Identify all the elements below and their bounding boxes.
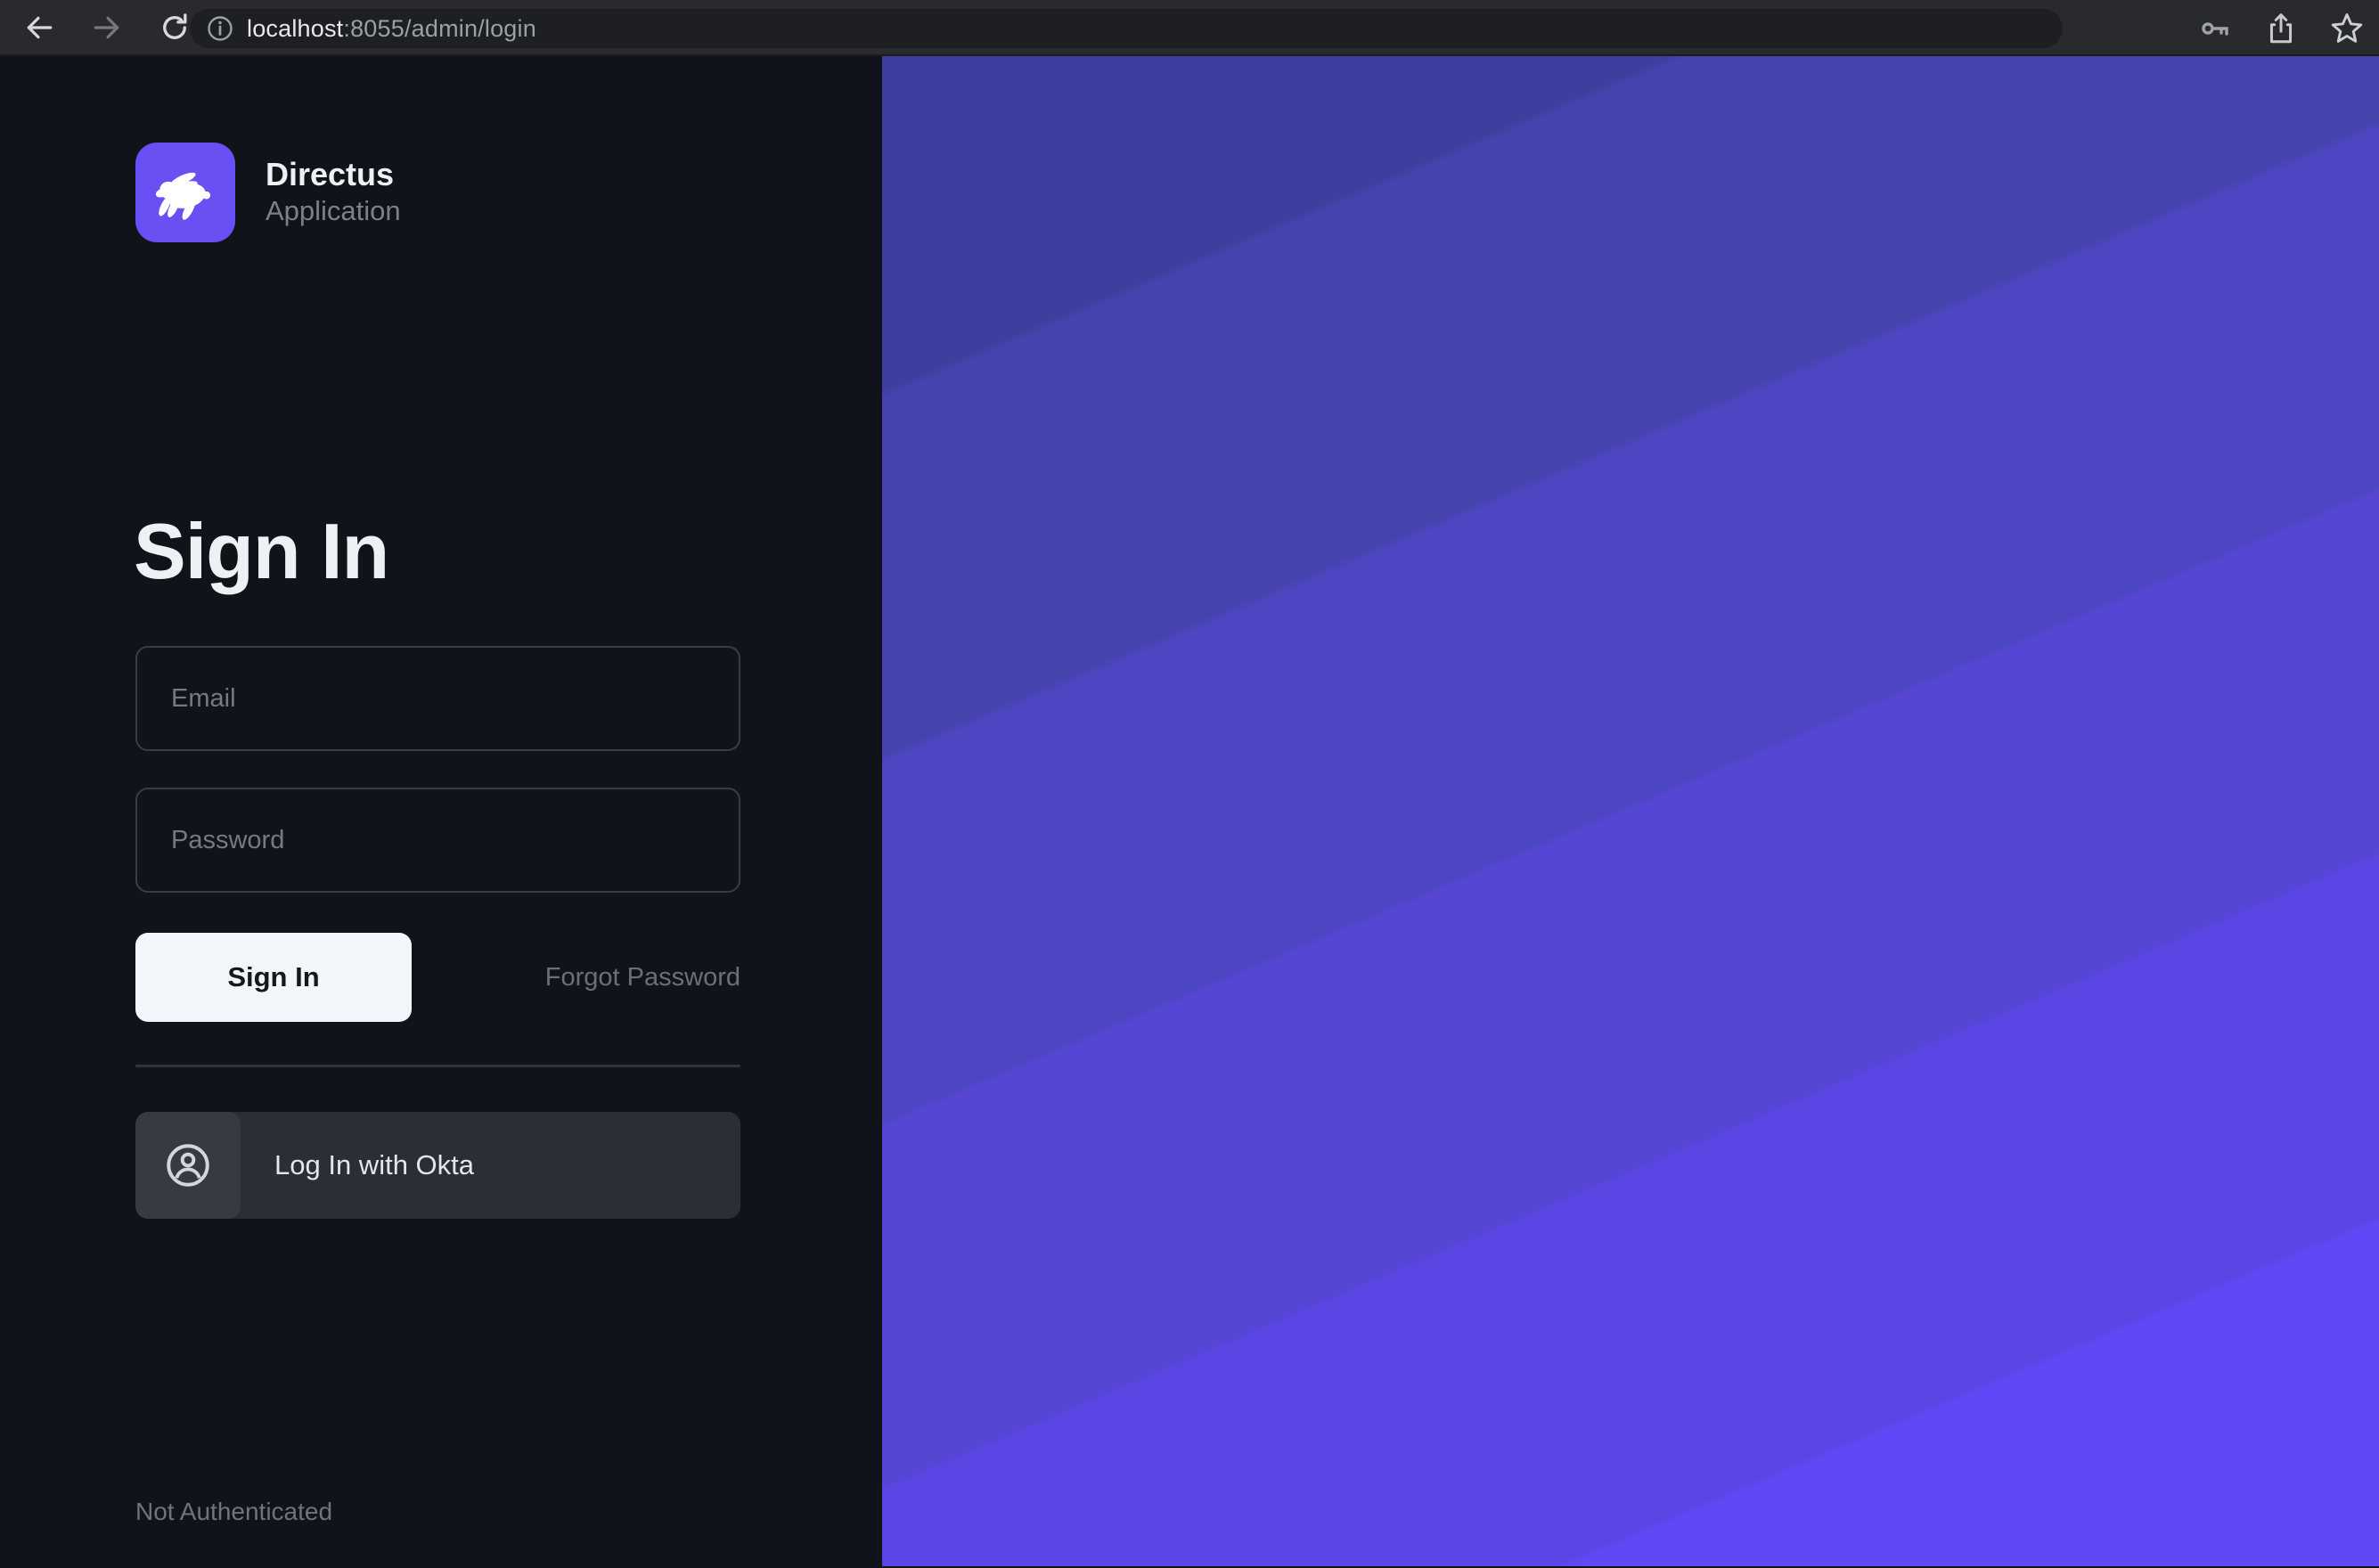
- password-field[interactable]: [135, 788, 740, 893]
- forgot-password-link[interactable]: Forgot Password: [545, 963, 740, 992]
- url-host: localhost: [247, 15, 343, 42]
- password-key-button[interactable]: [2195, 9, 2235, 48]
- toolbar-right-icons: [2195, 0, 2367, 56]
- rabbit-icon: [149, 156, 222, 229]
- reload-icon: [159, 12, 191, 44]
- nav-buttons: [0, 8, 194, 47]
- reload-button[interactable]: [155, 8, 194, 47]
- brand-block: Directus Application: [135, 143, 401, 242]
- url-text: localhost:8055/admin/login: [247, 15, 536, 43]
- okta-icon-box: [135, 1112, 241, 1219]
- share-icon: [2264, 12, 2298, 45]
- auth-status: Not Authenticated: [135, 1498, 332, 1526]
- okta-login-button[interactable]: Log In with Okta: [135, 1112, 740, 1219]
- site-info-icon[interactable]: [206, 14, 234, 43]
- arrow-left-icon: [24, 12, 54, 43]
- address-bar[interactable]: localhost:8055/admin/login: [190, 9, 2063, 48]
- login-panel: Directus Application Sign In Sign In For…: [0, 56, 882, 1566]
- art-panel: [882, 56, 2379, 1566]
- browser-toolbar: localhost:8055/admin/login: [0, 0, 2379, 56]
- page-body: Directus Application Sign In Sign In For…: [0, 56, 2379, 1566]
- page-title: Sign In: [134, 506, 739, 597]
- arrow-right-icon: [92, 12, 122, 43]
- url-path: :8055/admin/login: [343, 15, 536, 42]
- brand-subtitle: Application: [266, 193, 401, 229]
- brand-title: Directus: [266, 155, 401, 193]
- directus-logo: [135, 143, 235, 242]
- email-field[interactable]: [135, 646, 740, 751]
- forward-button[interactable]: [87, 8, 127, 47]
- divider: [135, 1065, 740, 1067]
- brand-text: Directus Application: [266, 155, 401, 229]
- user-circle-icon: [164, 1141, 212, 1189]
- back-button[interactable]: [20, 8, 59, 47]
- star-icon: [2329, 11, 2365, 46]
- key-icon: [2199, 12, 2231, 45]
- sign-in-button[interactable]: Sign In: [135, 933, 412, 1022]
- bookmark-star-button[interactable]: [2327, 9, 2367, 48]
- screen: localhost:8055/admin/login: [0, 0, 2379, 1566]
- actions-row: Sign In Forgot Password: [135, 933, 740, 1022]
- okta-button-label: Log In with Okta: [274, 1149, 474, 1181]
- share-button[interactable]: [2261, 9, 2301, 48]
